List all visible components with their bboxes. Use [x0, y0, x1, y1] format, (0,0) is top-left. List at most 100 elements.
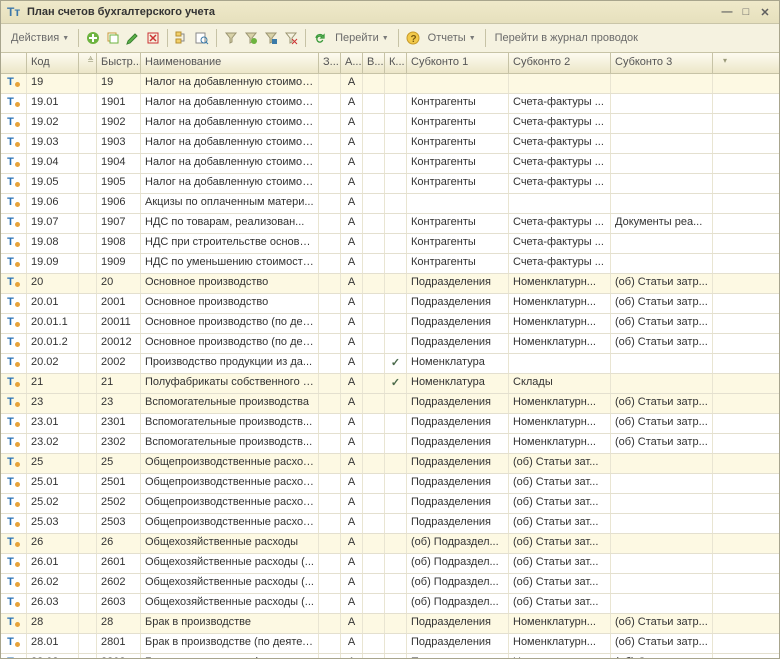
sort-asc-icon: ≜ — [87, 56, 94, 65]
cell-sk3 — [611, 114, 713, 133]
table-row[interactable]: T19.031903Налог на добавленную стоимос..… — [1, 134, 779, 154]
row-marker: T — [1, 314, 27, 333]
table-row[interactable]: T23.012301Вспомогательные производств...… — [1, 414, 779, 434]
table-row[interactable]: T20.01.220012Основное производство (по д… — [1, 334, 779, 354]
reports-label: Отчеты — [428, 32, 466, 44]
table-row[interactable]: T23.022302Вспомогательные производств...… — [1, 434, 779, 454]
add-copy-button[interactable] — [104, 29, 122, 47]
goto-menu[interactable]: Перейти▼ — [331, 32, 393, 44]
grid-header: Код ≜ Быстр... Наименование З... А... В.… — [1, 53, 779, 74]
cell-k — [385, 414, 407, 433]
table-row[interactable]: T2121Полуфабрикаты собственного п...А✓Но… — [1, 374, 779, 394]
cell-v — [363, 134, 385, 153]
table-row[interactable]: T19.081908НДС при строительстве основн..… — [1, 234, 779, 254]
table-row[interactable]: T25.012501Общепроизводственные расход...… — [1, 474, 779, 494]
cell-fast: 1906 — [97, 194, 141, 213]
cell-sk3 — [611, 354, 713, 373]
close-button[interactable]: ✕ — [757, 5, 773, 19]
find-button[interactable] — [193, 29, 211, 47]
table-row[interactable]: T26.022602Общехозяйственные расходы (...… — [1, 574, 779, 594]
table-row[interactable]: T2525Общепроизводственные расходыАПодраз… — [1, 454, 779, 474]
col-marker[interactable] — [1, 53, 27, 73]
table-row[interactable]: T25.032503Общепроизводственные расход...… — [1, 514, 779, 534]
filter-2-button[interactable] — [242, 29, 260, 47]
col-a[interactable]: А... — [341, 53, 363, 73]
cell-v — [363, 454, 385, 473]
refresh-button[interactable] — [311, 29, 329, 47]
col-sk1[interactable]: Субконто 1 — [407, 53, 509, 73]
table-row[interactable]: T19.051905Налог на добавленную стоимос..… — [1, 174, 779, 194]
table-row[interactable]: T28.022802Брак в производстве (по деятел… — [1, 654, 779, 658]
cell-pad — [713, 374, 729, 393]
col-k[interactable]: К... — [385, 53, 407, 73]
col-sort[interactable]: ≜ — [79, 53, 97, 73]
cell-sk3 — [611, 474, 713, 493]
col-code[interactable]: Код — [27, 53, 79, 73]
table-row[interactable]: T26.032603Общехозяйственные расходы (...… — [1, 594, 779, 614]
delete-button[interactable] — [144, 29, 162, 47]
table-row[interactable]: T19.091909НДС по уменьшению стоимости...… — [1, 254, 779, 274]
table-row[interactable]: T28.012801Брак в производстве (по деятел… — [1, 634, 779, 654]
reports-menu[interactable]: Отчеты▼ — [424, 32, 480, 44]
table-row[interactable]: T19.071907НДС по товарам, реализован...А… — [1, 214, 779, 234]
filter-1-button[interactable] — [222, 29, 240, 47]
journal-link[interactable]: Перейти в журнал проводок — [491, 32, 642, 44]
hierarchy-button[interactable] — [173, 29, 191, 47]
cell-spacer — [79, 534, 97, 553]
cell-a: А — [341, 494, 363, 513]
col-v[interactable]: В... — [363, 53, 385, 73]
col-sk3[interactable]: Субконто 3 — [611, 53, 713, 73]
filter-3-button[interactable] — [262, 29, 280, 47]
row-marker: T — [1, 174, 27, 193]
cell-sk2: (об) Статьи зат... — [509, 454, 611, 473]
table-row[interactable]: T25.022502Общепроизводственные расход...… — [1, 494, 779, 514]
help-button[interactable]: ? — [404, 29, 422, 47]
cell-spacer — [79, 274, 97, 293]
table-row[interactable]: T2828Брак в производствеАПодразделенияНо… — [1, 614, 779, 634]
table-row[interactable]: T19.061906Акцизы по оплаченным матери...… — [1, 194, 779, 214]
cell-z — [319, 514, 341, 533]
cell-spacer — [79, 374, 97, 393]
cell-sk2: Номенклатурн... — [509, 614, 611, 633]
table-row[interactable]: T1919Налог на добавленную стоимос...А — [1, 74, 779, 94]
cell-sk1: Подразделения — [407, 314, 509, 333]
row-marker: T — [1, 134, 27, 153]
cell-pad — [713, 434, 729, 453]
table-row[interactable]: T19.021902Налог на добавленную стоимос..… — [1, 114, 779, 134]
actions-menu[interactable]: Действия▼ — [7, 32, 73, 44]
col-z[interactable]: З... — [319, 53, 341, 73]
table-row[interactable]: T20.012001Основное производствоАПодразде… — [1, 294, 779, 314]
separator — [485, 29, 486, 47]
minimize-button[interactable]: — — [719, 5, 735, 19]
maximize-button[interactable]: □ — [738, 5, 754, 19]
col-name[interactable]: Наименование — [141, 53, 319, 73]
cell-code: 26.01 — [27, 554, 79, 573]
col-sk2[interactable]: Субконто 2 — [509, 53, 611, 73]
table-row[interactable]: T26.012601Общехозяйственные расходы (...… — [1, 554, 779, 574]
table-row[interactable]: T19.011901Налог на добавленную стоимос..… — [1, 94, 779, 114]
cell-sk2: Номенклатурн... — [509, 634, 611, 653]
table-row[interactable]: T2626Общехозяйственные расходыА(об) Подр… — [1, 534, 779, 554]
col-name-label: Наименование — [145, 56, 221, 68]
goto-label: Перейти — [335, 32, 379, 44]
cell-pad — [713, 154, 729, 173]
grid-body[interactable]: T1919Налог на добавленную стоимос...АT19… — [1, 74, 779, 658]
cell-sk3 — [611, 534, 713, 553]
add-button[interactable] — [84, 29, 102, 47]
cell-v — [363, 174, 385, 193]
cell-name: Полуфабрикаты собственного п... — [141, 374, 319, 393]
table-row[interactable]: T20.022002Производство продукции из да..… — [1, 354, 779, 374]
cell-code: 23.02 — [27, 434, 79, 453]
col-fast[interactable]: Быстр... — [97, 53, 141, 73]
table-row[interactable]: T19.041904Налог на добавленную стоимос..… — [1, 154, 779, 174]
col-fast-label: Быстр... — [101, 56, 141, 68]
cell-pad — [713, 634, 729, 653]
cell-fast: 21 — [97, 374, 141, 393]
edit-button[interactable] — [124, 29, 142, 47]
table-row[interactable]: T2323Вспомогательные производстваАПодраз… — [1, 394, 779, 414]
cell-name: Налог на добавленную стоимос... — [141, 114, 319, 133]
table-row[interactable]: T2020Основное производствоАПодразделения… — [1, 274, 779, 294]
table-row[interactable]: T20.01.120011Основное производство (по д… — [1, 314, 779, 334]
cell-v — [363, 234, 385, 253]
filter-clear-button[interactable] — [282, 29, 300, 47]
